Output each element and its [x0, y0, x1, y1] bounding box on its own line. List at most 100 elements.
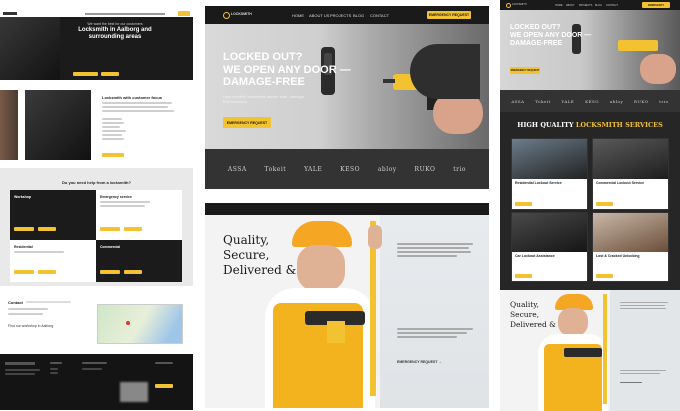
hero-headline-2: WE OPEN ANY DOOR —	[223, 63, 351, 76]
hand-image	[640, 54, 676, 84]
help-card-button[interactable]	[14, 270, 34, 274]
top-nav: LOCKSMITH HOME ABOUT US PROJECTS BLOG CO…	[205, 6, 489, 24]
hero-primary-button[interactable]	[73, 72, 98, 76]
help-card-workshop[interactable]: Workshop	[10, 190, 96, 240]
help-card-button[interactable]	[100, 270, 120, 274]
help-card-title: Residential	[14, 245, 33, 249]
help-card-title: Commercial	[100, 245, 121, 249]
drill-image	[618, 40, 658, 51]
top-nav	[0, 10, 193, 17]
hero-headline-1: LOCKED OUT?	[223, 51, 303, 63]
help-card-button[interactable]	[38, 227, 56, 231]
brand-logo: ASSA	[511, 98, 525, 104]
help-card-title: Emergency service	[100, 195, 132, 199]
nav-contact[interactable]: CONTACT	[370, 13, 389, 18]
help-card-button[interactable]	[100, 227, 120, 231]
about-heading: Locksmith with customer focus	[102, 95, 163, 100]
quality-headline-1: Quality,	[223, 233, 270, 247]
quality-headline-1: Quality,	[510, 300, 539, 309]
service-title: Commercial Lockout Service	[596, 180, 645, 185]
locksmith-photo	[25, 90, 91, 160]
brand-logo-strip: ASSA Tokeit YALE KESO abloy RUKO trio	[500, 90, 680, 112]
about-button[interactable]	[102, 153, 124, 157]
hero-section: LOCKSMITH HOME ABOUT US PROJECTS BLOG CO…	[205, 6, 489, 189]
sleeve-image	[410, 44, 480, 99]
service-image	[593, 213, 668, 252]
hero-cta-button[interactable]: EMERGENCY REQUEST	[223, 117, 271, 128]
nav-home[interactable]: HOME	[292, 13, 304, 18]
hard-hat-image	[292, 221, 352, 247]
hero-cta-button[interactable]: EMERGENCY REQUEST	[510, 67, 540, 74]
hero-headline-2: WE OPEN ANY DOOR —	[510, 32, 592, 39]
brand-logo-strip: ASSA Tokeit YALE KESO abloy RUKO trio	[205, 149, 489, 189]
service-button[interactable]	[515, 202, 532, 206]
nav-cta-button[interactable]	[178, 11, 190, 16]
brand-logo: RUKO	[633, 98, 649, 104]
worker-hand-image	[368, 225, 382, 249]
help-section: Do you need help from a locksmith? Works…	[0, 168, 193, 286]
nav-about[interactable]: ABOUT US	[309, 13, 329, 18]
help-card-button[interactable]	[124, 227, 142, 231]
service-title: Car Lockout Assistance	[515, 253, 555, 258]
hero-sub-2: free solutions.	[223, 99, 248, 104]
about-section: Locksmith with customer focus	[0, 88, 193, 164]
hero-photo	[0, 17, 60, 80]
nav-cta-button[interactable]: EMERGENCY REQUEST	[427, 11, 471, 19]
service-button[interactable]	[515, 274, 532, 278]
worker-face-image	[297, 245, 345, 291]
nav-projects[interactable]: PROJECTS	[579, 4, 592, 7]
footer-button[interactable]	[155, 384, 173, 388]
nav-cta-button[interactable]: EMERGENCY	[642, 2, 670, 8]
brand-logo: abloy	[377, 165, 397, 173]
help-card-button[interactable]	[124, 270, 142, 274]
service-button[interactable]	[596, 202, 613, 206]
services-heading: HIGH QUALITY LOCKSMITH SERVICES	[500, 121, 680, 129]
nav-projects[interactable]: PROJECTS	[330, 13, 351, 18]
footer-logo	[5, 362, 35, 365]
hero-title-line2: surrounding areas	[88, 34, 142, 40]
service-button[interactable]	[596, 274, 613, 278]
service-image	[512, 139, 587, 179]
service-card-unlocking[interactable]: Lost & Cracked Unlocking	[592, 212, 669, 282]
quality-cta-link[interactable]: EMERGENCY REQUEST →	[397, 360, 442, 364]
hero-section: We want the best for our customers Locks…	[0, 10, 193, 80]
help-card-emergency[interactable]: Emergency service	[96, 190, 182, 240]
quality-headline-2: Secure,	[510, 310, 540, 319]
help-card-button[interactable]	[14, 227, 34, 231]
help-card-residential[interactable]: Residential	[10, 240, 96, 282]
nav-home[interactable]: HOME	[555, 4, 563, 7]
drill-bit	[383, 79, 395, 83]
services-heading-part1: HIGH QUALITY	[517, 121, 574, 129]
nav-blog[interactable]: BLOG	[595, 4, 602, 7]
map-embed[interactable]	[97, 304, 183, 344]
service-card-car[interactable]: Car Lockout Assistance	[511, 212, 588, 282]
quality-section: Quality, Secure, Delivered &	[500, 290, 680, 411]
service-card-commercial[interactable]: Commercial Lockout Service	[592, 138, 669, 210]
brand-logo: YALE	[304, 165, 323, 173]
brand-logo: KESO	[340, 165, 361, 173]
mockup-column-right: LOCKSMITH HOME ABOUT PROJECTS BLOG CONTA…	[500, 0, 680, 411]
brand-logo: trio	[659, 98, 669, 104]
help-card-commercial[interactable]: Commercial	[96, 240, 182, 282]
hero-title-line1: Locksmith in Aalborg and	[78, 26, 152, 33]
nav-contact[interactable]: CONTACT	[606, 4, 618, 7]
contact-heading: Contact	[8, 300, 23, 305]
service-image	[512, 213, 587, 252]
help-card-title: Workshop	[14, 195, 32, 199]
service-card-residential[interactable]: Residential Lockout Service	[511, 138, 588, 210]
brand-logo: Tokeit	[535, 98, 551, 104]
hero-headline-3: DAMAGE-FREE	[223, 76, 305, 88]
contact-section: Contact Find our workshop in Aalborg	[0, 290, 193, 350]
help-card-button[interactable]	[38, 270, 56, 274]
hero-headline-1: LOCKED OUT?	[510, 24, 561, 31]
brand-logo: ASSA	[227, 165, 247, 173]
worker-face-image	[558, 308, 588, 336]
nav-about[interactable]: ABOUT	[566, 4, 575, 7]
nav-links[interactable]	[85, 12, 165, 15]
logo-icon	[506, 3, 511, 8]
nav-blog[interactable]: BLOG	[353, 13, 364, 18]
hero-secondary-button[interactable]	[101, 72, 119, 76]
logo	[3, 12, 17, 15]
service-title: Lost & Cracked Unlocking	[596, 253, 640, 258]
full-page-mockup: LOCKSMITH HOME ABOUT PROJECTS BLOG CONTA…	[500, 0, 680, 411]
